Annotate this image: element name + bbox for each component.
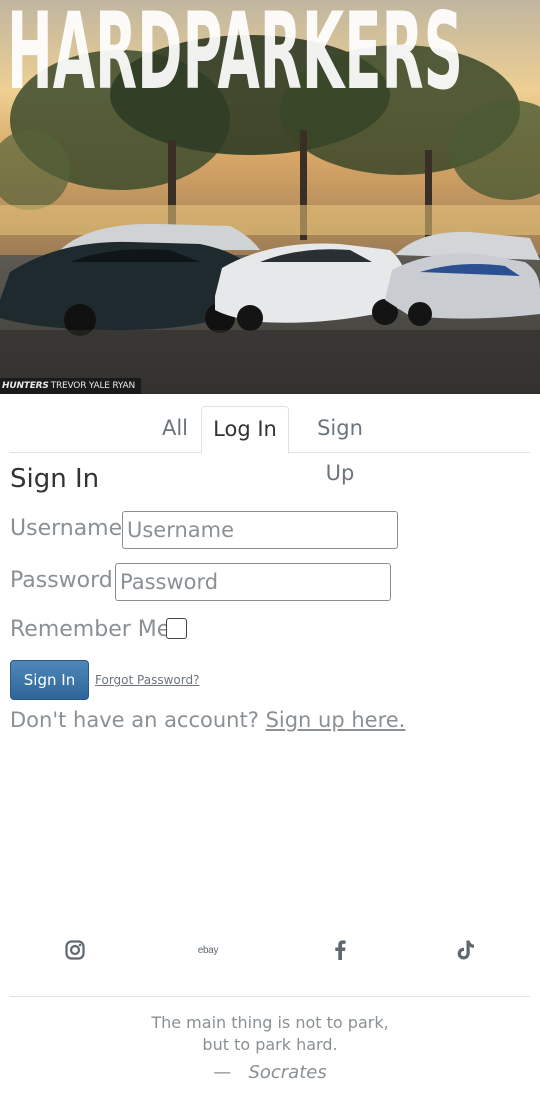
- facebook-link[interactable]: [326, 936, 354, 964]
- instagram-icon: [65, 940, 85, 960]
- tiktok-link[interactable]: [452, 936, 480, 964]
- quote-citation: — Socrates: [0, 1062, 540, 1083]
- tab-sign-up[interactable]: Sign Up: [300, 406, 380, 485]
- footer-quote: The main thing is not to park, but to pa…: [0, 1012, 540, 1056]
- hero-banner: HARDPARKERS HUNTERS TREVOR YALE RYAN: [0, 0, 540, 394]
- remember-me-checkbox[interactable]: [166, 618, 187, 639]
- credit-name: TREVOR YALE RYAN: [50, 381, 136, 391]
- footer-divider: [10, 996, 530, 997]
- quote-author: Socrates: [248, 1062, 327, 1083]
- facebook-icon: [335, 940, 346, 960]
- photo-credit: HUNTERS TREVOR YALE RYAN: [0, 378, 141, 394]
- quote-line-2: but to park hard.: [202, 1035, 338, 1054]
- form-title: Sign In: [10, 464, 100, 494]
- quote-line-1: The main thing is not to park,: [151, 1013, 389, 1032]
- sign-in-button[interactable]: Sign In: [10, 660, 89, 700]
- auth-tabs: All Log In Sign Up: [10, 406, 530, 485]
- svg-text:HARDPARKERS: HARDPARKERS: [7, 0, 463, 100]
- signup-prompt: Don't have an account? Sign up here.: [10, 708, 405, 732]
- password-label: Password:: [10, 568, 121, 593]
- sign-up-link[interactable]: Sign up here.: [266, 708, 406, 732]
- quote-dash: —: [213, 1062, 232, 1083]
- instagram-link[interactable]: [61, 936, 89, 964]
- site-title: HARDPARKERS: [7, 0, 463, 100]
- username-label: Username:: [10, 516, 130, 541]
- remember-me-label: Remember Me:: [10, 617, 178, 642]
- ebay-icon: ebay: [197, 944, 219, 956]
- credit-brand: HUNTERS: [2, 381, 49, 391]
- password-input[interactable]: [115, 563, 391, 601]
- username-input[interactable]: [122, 511, 398, 549]
- forgot-password-link[interactable]: Forgot Password?: [95, 673, 199, 687]
- signup-prompt-text: Don't have an account?: [10, 708, 266, 732]
- tab-all[interactable]: All: [160, 406, 190, 453]
- ebay-link[interactable]: ebay: [188, 936, 228, 964]
- tab-log-in[interactable]: Log In: [201, 406, 289, 454]
- tiktok-icon: [457, 940, 474, 960]
